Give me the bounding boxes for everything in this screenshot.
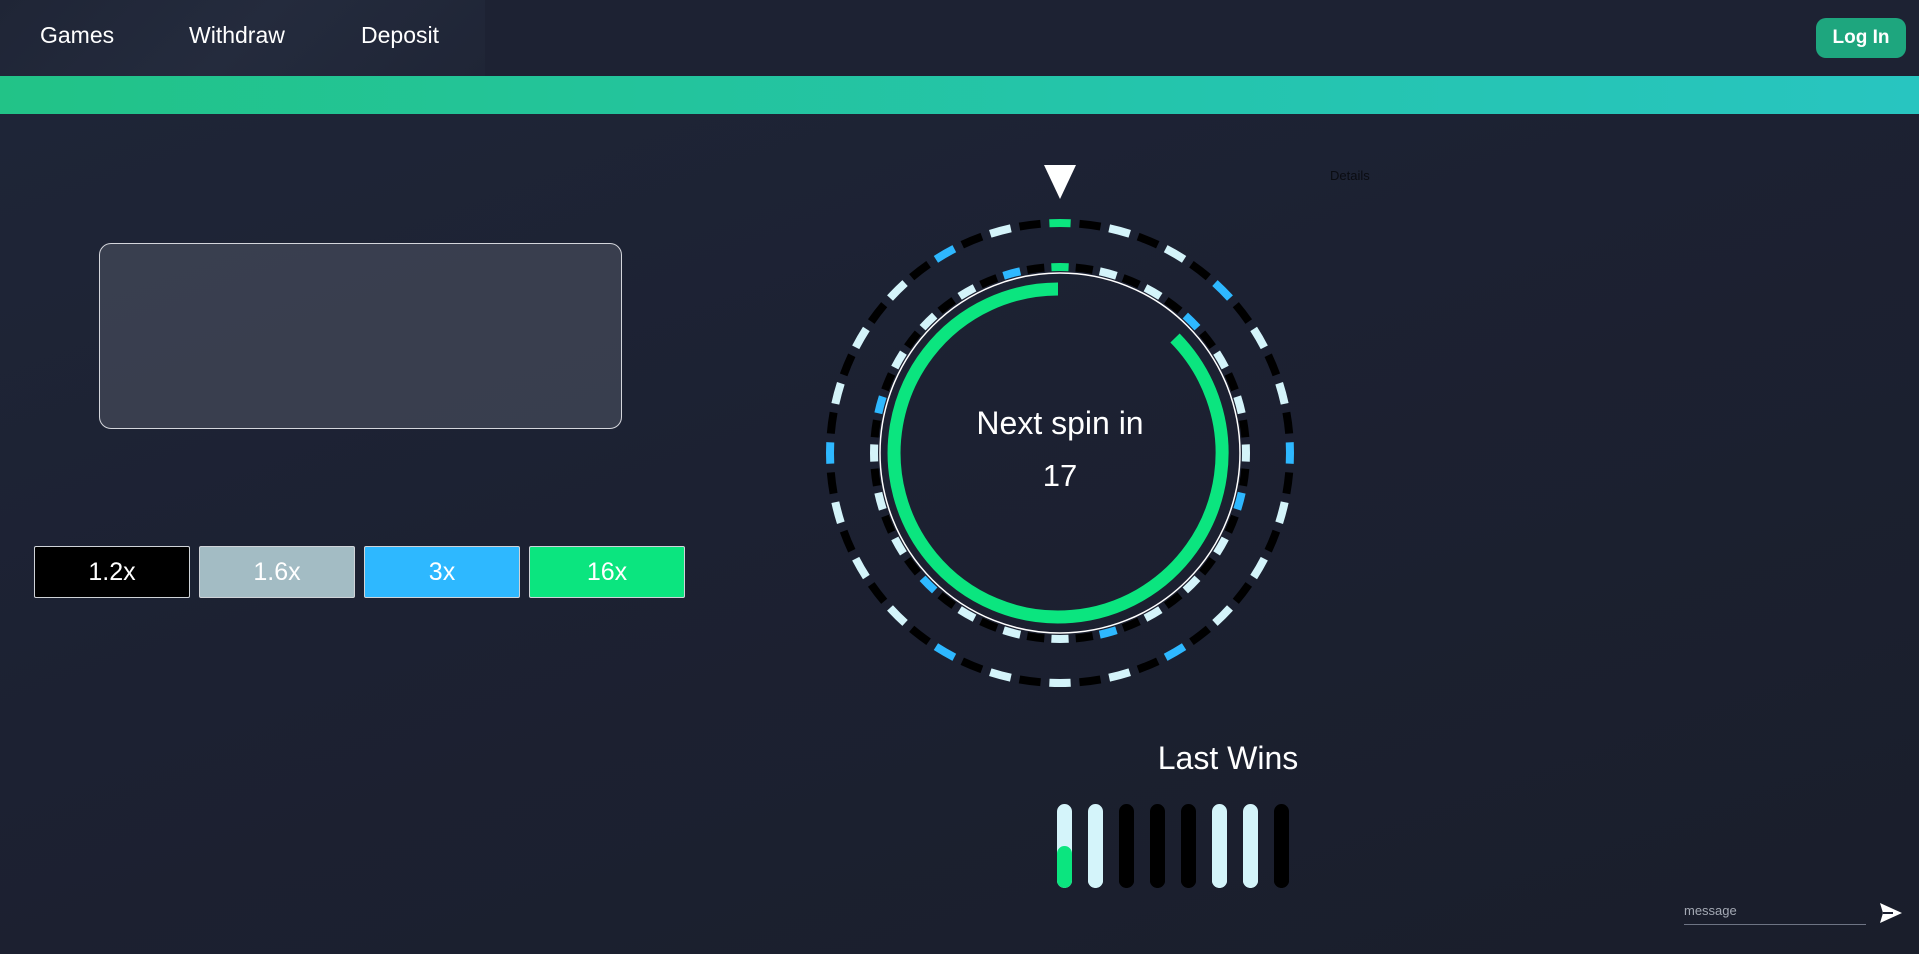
inner-ring-segment — [1121, 274, 1141, 289]
inner-ring-segment — [870, 419, 881, 438]
inner-ring-segment — [1002, 267, 1022, 280]
outer-ring-segment — [1136, 657, 1160, 674]
outer-ring-segment — [1282, 472, 1294, 495]
outer-ring-segment — [867, 582, 888, 604]
inner-ring-segment — [1098, 267, 1118, 280]
last-win-result-1.2x — [1150, 846, 1165, 888]
inner-ring-segment — [1026, 263, 1045, 274]
outer-ring-segment — [1264, 529, 1281, 553]
triangle-down-icon — [1044, 165, 1076, 199]
outer-ring-segment — [1232, 582, 1253, 604]
outer-ring-segment — [989, 668, 1012, 682]
outer-ring-segment — [852, 326, 870, 350]
outer-ring-segment — [1079, 675, 1102, 687]
inner-ring-segment — [979, 274, 999, 289]
bet-panel[interactable] — [99, 243, 622, 429]
top-navigation-bar: Games Withdraw Deposit Log In — [0, 0, 1919, 76]
outer-ring-segment — [1275, 501, 1289, 524]
multiplier-3x-button[interactable]: 3x — [364, 546, 520, 598]
outer-ring-segment — [1250, 556, 1268, 580]
inner-ring-segment — [1233, 395, 1246, 415]
outer-ring-segment — [1212, 280, 1233, 301]
details-link[interactable]: Details — [1330, 168, 1370, 183]
outer-ring-segment — [909, 625, 931, 646]
outer-ring-segment — [960, 232, 984, 249]
outer-ring-segment — [1108, 668, 1131, 682]
outer-ring-segment — [1232, 302, 1253, 324]
countdown-progress-arc — [887, 282, 1229, 624]
outer-ring-segment — [887, 280, 908, 301]
send-icon[interactable] — [1879, 902, 1903, 924]
outer-ring-segment — [933, 245, 957, 263]
multiplier-16x-button[interactable]: 16x — [529, 546, 685, 598]
inner-ring-segment — [1098, 626, 1118, 639]
outer-ring-segment — [1189, 260, 1211, 281]
outer-ring-segment — [1275, 382, 1289, 405]
inner-ring-segment — [1075, 632, 1094, 643]
last-win-result-1.2x — [1274, 846, 1289, 888]
outer-ring-segment — [839, 529, 856, 553]
multiplier-1-2x-button[interactable]: 1.2x — [34, 546, 190, 598]
outer-ring-segment — [852, 556, 870, 580]
outer-ring-segment — [831, 501, 845, 524]
outer-ring-segment — [1264, 353, 1281, 377]
outer-ring-segment — [1079, 219, 1102, 231]
outer-ring-segment — [1212, 605, 1233, 626]
outer-ring-segment — [839, 353, 856, 377]
inner-ring-segment — [1239, 419, 1250, 438]
outer-ring-segment — [933, 643, 957, 661]
nav-games-link[interactable]: Games — [40, 22, 114, 49]
outer-ring-segment — [826, 472, 838, 495]
inner-ring-segment — [1121, 617, 1141, 632]
inner-ring-segment — [1224, 372, 1239, 392]
inner-ring-segment — [881, 514, 896, 534]
outer-ring-segment — [826, 411, 838, 434]
chat-message-input[interactable] — [1684, 896, 1866, 925]
login-button[interactable]: Log In — [1816, 18, 1906, 58]
inner-ring-segment — [1026, 632, 1045, 643]
next-spin-label: Next spin in — [976, 405, 1144, 441]
inner-ring-segment — [1239, 468, 1250, 487]
inner-ring-segment — [874, 395, 887, 415]
outer-ring-segment — [960, 657, 984, 674]
nav-withdraw-link[interactable]: Withdraw — [189, 22, 285, 49]
outer-ring-segment — [909, 260, 931, 281]
outer-ring-segment — [887, 605, 908, 626]
inner-ring-segment — [1224, 514, 1239, 534]
inner-ring-segment — [881, 372, 896, 392]
last-win-result-1.6x — [1243, 846, 1258, 888]
outer-ring-segment — [1189, 625, 1211, 646]
last-win-result-1.6x — [1212, 846, 1227, 888]
outer-ring-segment — [867, 302, 888, 324]
outer-ring-segment — [1282, 411, 1294, 434]
outer-ring-segment — [1018, 675, 1041, 687]
outer-ring-segment — [1108, 224, 1131, 238]
accent-banner — [0, 76, 1919, 114]
inner-ring — [870, 263, 1250, 643]
inner-ring-segment — [979, 617, 999, 632]
last-win-result-16x — [1057, 846, 1072, 888]
outer-ring-segment — [1250, 326, 1268, 350]
outer-ring-segment — [989, 224, 1012, 238]
inner-ring-segment — [870, 468, 881, 487]
outer-ring-segment — [1136, 232, 1160, 249]
last-win-result-1.2x — [1181, 846, 1196, 888]
next-spin-countdown: 17 — [1042, 458, 1078, 493]
wheel-inner-border — [879, 272, 1241, 634]
inner-ring-segment — [874, 491, 887, 511]
outer-ring-segment — [1018, 219, 1041, 231]
inner-ring-segment — [1233, 491, 1246, 511]
nav-deposit-link[interactable]: Deposit — [361, 22, 439, 49]
outer-ring-segment — [831, 382, 845, 405]
last-wins-title: Last Wins — [1157, 740, 1299, 776]
last-win-result-1.2x — [1119, 846, 1134, 888]
outer-ring-segment — [1163, 245, 1187, 263]
outer-ring-segment — [1163, 643, 1187, 661]
multiplier-1-6x-button[interactable]: 1.6x — [199, 546, 355, 598]
last-wins-bars — [1057, 804, 1289, 888]
last-win-result-1.6x — [1088, 846, 1103, 888]
inner-ring-segment — [1002, 626, 1022, 639]
nav-menu: Games Withdraw Deposit — [0, 0, 485, 76]
inner-ring-segment — [1075, 263, 1094, 274]
